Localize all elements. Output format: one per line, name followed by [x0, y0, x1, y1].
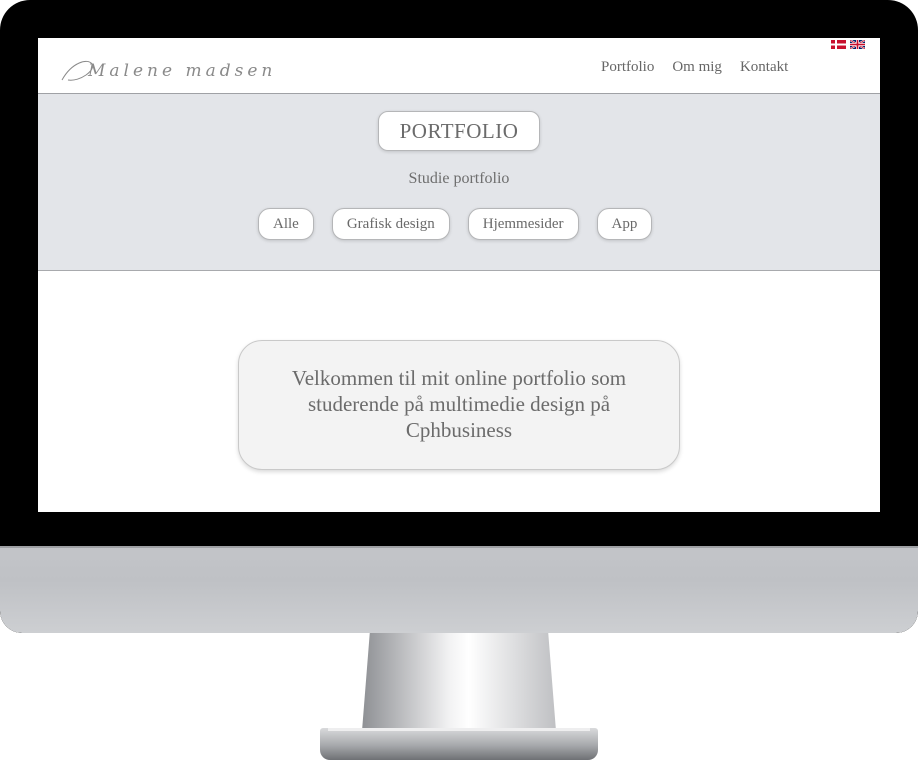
nav-item-kontakt[interactable]: Kontakt: [740, 59, 788, 76]
filter-hjemmesider-button[interactable]: Hjemmesider: [467, 208, 579, 240]
danish-flag-icon[interactable]: [831, 40, 846, 49]
filter-bar: Alle Grafisk design Hjemmesider App: [258, 208, 653, 240]
website-screen: Malene madsen Portfolio Om mig Kontakt P…: [38, 38, 880, 512]
main-nav: Portfolio Om mig Kontakt: [601, 59, 788, 76]
monitor-chin: [0, 546, 918, 633]
monitor-stand-base: [320, 728, 598, 760]
monitor-frame: Malene madsen Portfolio Om mig Kontakt P…: [0, 0, 918, 633]
page-subtitle: Studie portfolio: [408, 170, 510, 187]
nav-item-om-mig[interactable]: Om mig: [672, 59, 722, 76]
nav-item-portfolio[interactable]: Portfolio: [601, 59, 654, 76]
portfolio-hero: PORTFOLIO Studie portfolio Alle Grafisk …: [38, 94, 880, 271]
filter-app-button[interactable]: App: [596, 208, 653, 240]
site-header: Malene madsen Portfolio Om mig Kontakt: [38, 38, 880, 94]
monitor-stand: [362, 633, 556, 731]
language-switcher: [831, 40, 865, 49]
welcome-message: Velkommen til mit online portfolio som s…: [238, 340, 680, 470]
filter-alle-button[interactable]: Alle: [258, 208, 314, 240]
filter-grafisk-design-button[interactable]: Grafisk design: [331, 208, 450, 240]
logo-text: Malene madsen: [87, 61, 276, 81]
page-title: PORTFOLIO: [378, 111, 540, 151]
uk-flag-icon[interactable]: [850, 40, 865, 49]
logo[interactable]: Malene madsen: [58, 54, 288, 88]
